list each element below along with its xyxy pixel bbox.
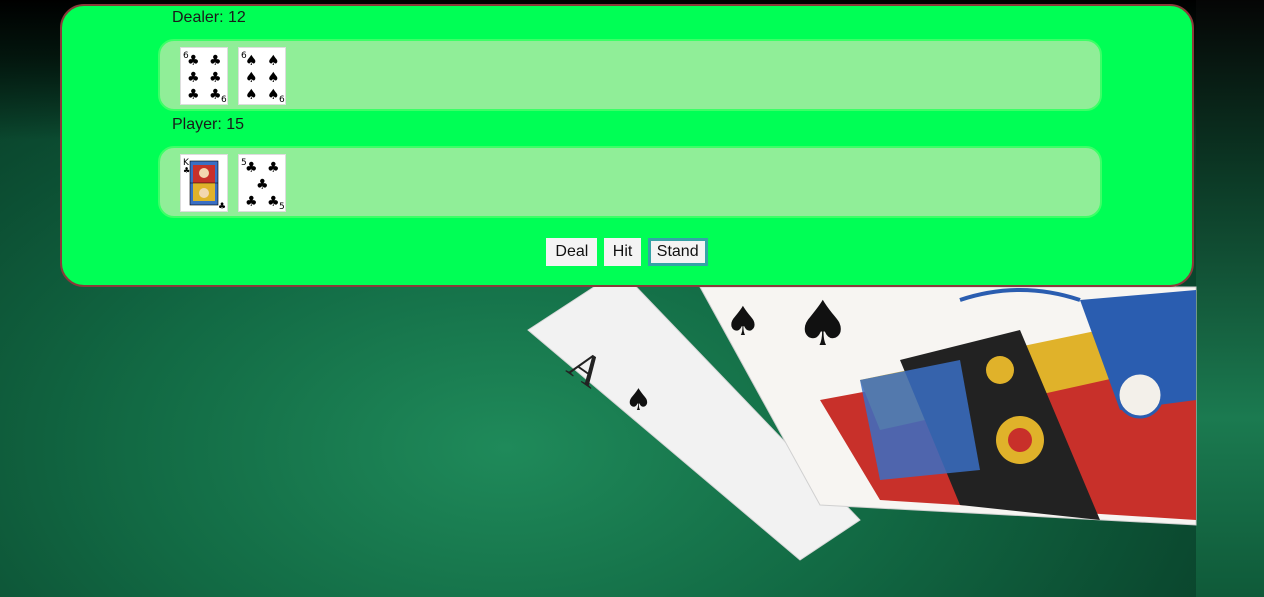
svg-text:♣: ♣ xyxy=(245,194,258,210)
player-card-king-of-clubs: K ♣ ♣ xyxy=(180,154,228,212)
player-hand: K ♣ ♣ 5 ♣ ♣ ♣ ♣ ♣ 5 xyxy=(158,146,1102,218)
svg-text:♣: ♣ xyxy=(183,166,190,175)
svg-text:♣: ♣ xyxy=(209,70,222,86)
action-buttons: Deal Hit Stand xyxy=(62,238,1192,266)
svg-text:5: 5 xyxy=(279,202,285,211)
svg-text:♠: ♠ xyxy=(267,53,280,69)
svg-text:♠: ♠ xyxy=(725,299,761,345)
hit-button[interactable]: Hit xyxy=(603,238,642,266)
svg-text:♣: ♣ xyxy=(187,70,200,86)
dealer-card-six-of-clubs: 6 ♣ ♣ ♣ ♣ ♣ ♣ 6 xyxy=(180,47,228,105)
svg-text:6: 6 xyxy=(279,95,285,104)
svg-text:♠: ♠ xyxy=(245,53,258,69)
player-score: Player: 15 xyxy=(172,116,245,133)
svg-text:♣: ♣ xyxy=(256,177,269,193)
blackjack-table-panel: Dealer: 12 6 ♣ ♣ ♣ ♣ ♣ ♣ 6 6 ♠ ♠ ♠ ♠ ♠ ♠… xyxy=(60,4,1194,287)
svg-text:♣: ♣ xyxy=(209,87,222,103)
svg-text:♣: ♣ xyxy=(209,53,222,69)
dealer-card-six-of-spades: 6 ♠ ♠ ♠ ♠ ♠ ♠ 6 xyxy=(238,47,286,105)
svg-text:♠: ♠ xyxy=(245,70,258,86)
svg-text:♣: ♣ xyxy=(187,87,200,103)
dealer-score: Dealer: 12 xyxy=(172,9,246,26)
stand-button[interactable]: Stand xyxy=(647,238,708,266)
svg-text:♠: ♠ xyxy=(625,383,652,418)
svg-text:♣: ♣ xyxy=(267,160,280,176)
deal-button[interactable]: Deal xyxy=(546,238,598,266)
dealer-hand: 6 ♣ ♣ ♣ ♣ ♣ ♣ 6 6 ♠ ♠ ♠ ♠ ♠ ♠ 6 xyxy=(158,39,1102,111)
game-background: A ♠ ♠ ♠ Dealer: 12 6 ♣ ♣ ♣ ♣ ♣ ♣ 6 6 ♠ ♠… xyxy=(0,0,1264,597)
svg-text:♣: ♣ xyxy=(218,202,226,211)
svg-text:♠: ♠ xyxy=(795,287,851,360)
svg-text:♣: ♣ xyxy=(187,53,200,69)
player-card-five-of-clubs: 5 ♣ ♣ ♣ ♣ ♣ 5 xyxy=(238,154,286,212)
svg-text:♠: ♠ xyxy=(245,87,258,103)
svg-text:♣: ♣ xyxy=(245,160,258,176)
svg-text:♠: ♠ xyxy=(267,70,280,86)
svg-text:♣: ♣ xyxy=(267,194,280,210)
svg-text:♠: ♠ xyxy=(267,87,280,103)
svg-text:6: 6 xyxy=(221,95,227,104)
